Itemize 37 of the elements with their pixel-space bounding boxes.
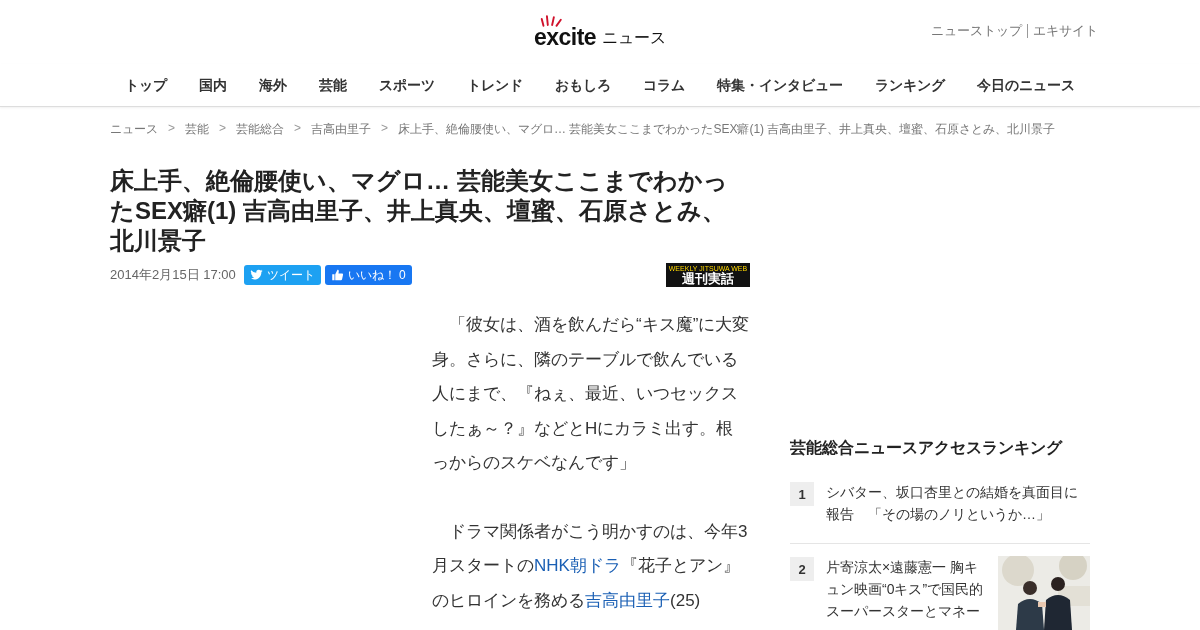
ranking-heading: 芸能総合ニュースアクセスランキング (790, 438, 1064, 458)
nav-tab[interactable]: 今日のニュース (961, 65, 1091, 105)
header-link[interactable]: エキサイト (1033, 22, 1098, 40)
nav-tab[interactable]: ランキング (859, 65, 961, 105)
bird-icon (249, 269, 263, 281)
thumbs-up-icon (330, 269, 344, 281)
article-paragraph: 「彼女は、酒を飲んだら“キス魔”に大変身。さらに、隣のテーブルで飲んでいる人にまで、『ねぇ、最近、いつセックスしたぁ～？』などとHにカラミ出す。根っからのスケベなんです」 (432, 314, 750, 474)
article-paragraph: ドラマ関係者がこう明かすのは、今年3月スタートのNHK朝ドラ『花子とアン』のヒロインを務める吉高由里子(25) (432, 520, 749, 612)
nav-tab[interactable]: トレンド (451, 65, 539, 105)
article-title: 床上手、絶倫腰使い、マグロ… 芸能美女ここまでわかったSEX癖(1) 吉高由里子、井上真央、壇蜜、石原さとみ、北川景子 (110, 166, 729, 256)
breadcrumb-link[interactable]: 床上手、絶倫腰使い、マグロ… 芸能美女ここまでわかったSEX癖(1) 吉高由里子、井上真央、壇蜜、石原さとみ、北川景子 (398, 121, 1056, 138)
excite-logo[interactable]: excite ニュース (533, 15, 667, 49)
nav-tab[interactable]: おもしろ (539, 65, 627, 105)
nav-tab[interactable]: スポーツ (363, 65, 451, 105)
nav-tab[interactable]: 国内 (183, 65, 243, 105)
like-button[interactable]: いいね！ 0 (324, 265, 412, 285)
breadcrumb-link[interactable]: 吉高由里子 (311, 121, 372, 138)
nav-tab[interactable]: 特集・インタビュー (701, 65, 859, 105)
ranking-link[interactable]: 片寄涼太×遠藤憲一 胸キュン映画“0キス”で国民的スーパースターとマネー (826, 556, 986, 622)
article-link[interactable]: NHK朝ドラ (534, 556, 621, 575)
breadcrumb-link[interactable]: 芸能 (185, 121, 209, 138)
nav-tab[interactable]: トップ (109, 65, 183, 105)
nav-tab[interactable]: 海外 (243, 65, 303, 105)
breadcrumb-link[interactable]: 芸能総合 (236, 121, 285, 138)
article-link[interactable]: 吉高由里子 (585, 590, 671, 610)
nav-tab[interactable]: コラム (627, 65, 701, 105)
breadcrumb-separator: > (380, 121, 390, 137)
nav-tab[interactable]: 芸能 (303, 65, 363, 105)
breadcrumb-separator: > (218, 121, 228, 137)
breadcrumb-separator: > (293, 121, 303, 137)
breadcrumb-link[interactable]: ニュース (110, 121, 158, 138)
breadcrumb-separator: > (167, 121, 176, 137)
header-link[interactable]: ニューストップ (931, 22, 1022, 40)
rank-number: 2 (790, 557, 814, 581)
rank-number: 1 (790, 482, 814, 506)
ranking-link[interactable]: シバター、坂口杏里との結婚を真面目に報告 「その場のノリというか…」 (826, 481, 1090, 525)
article-date: 2014年2月15日 17:00 (110, 266, 236, 284)
